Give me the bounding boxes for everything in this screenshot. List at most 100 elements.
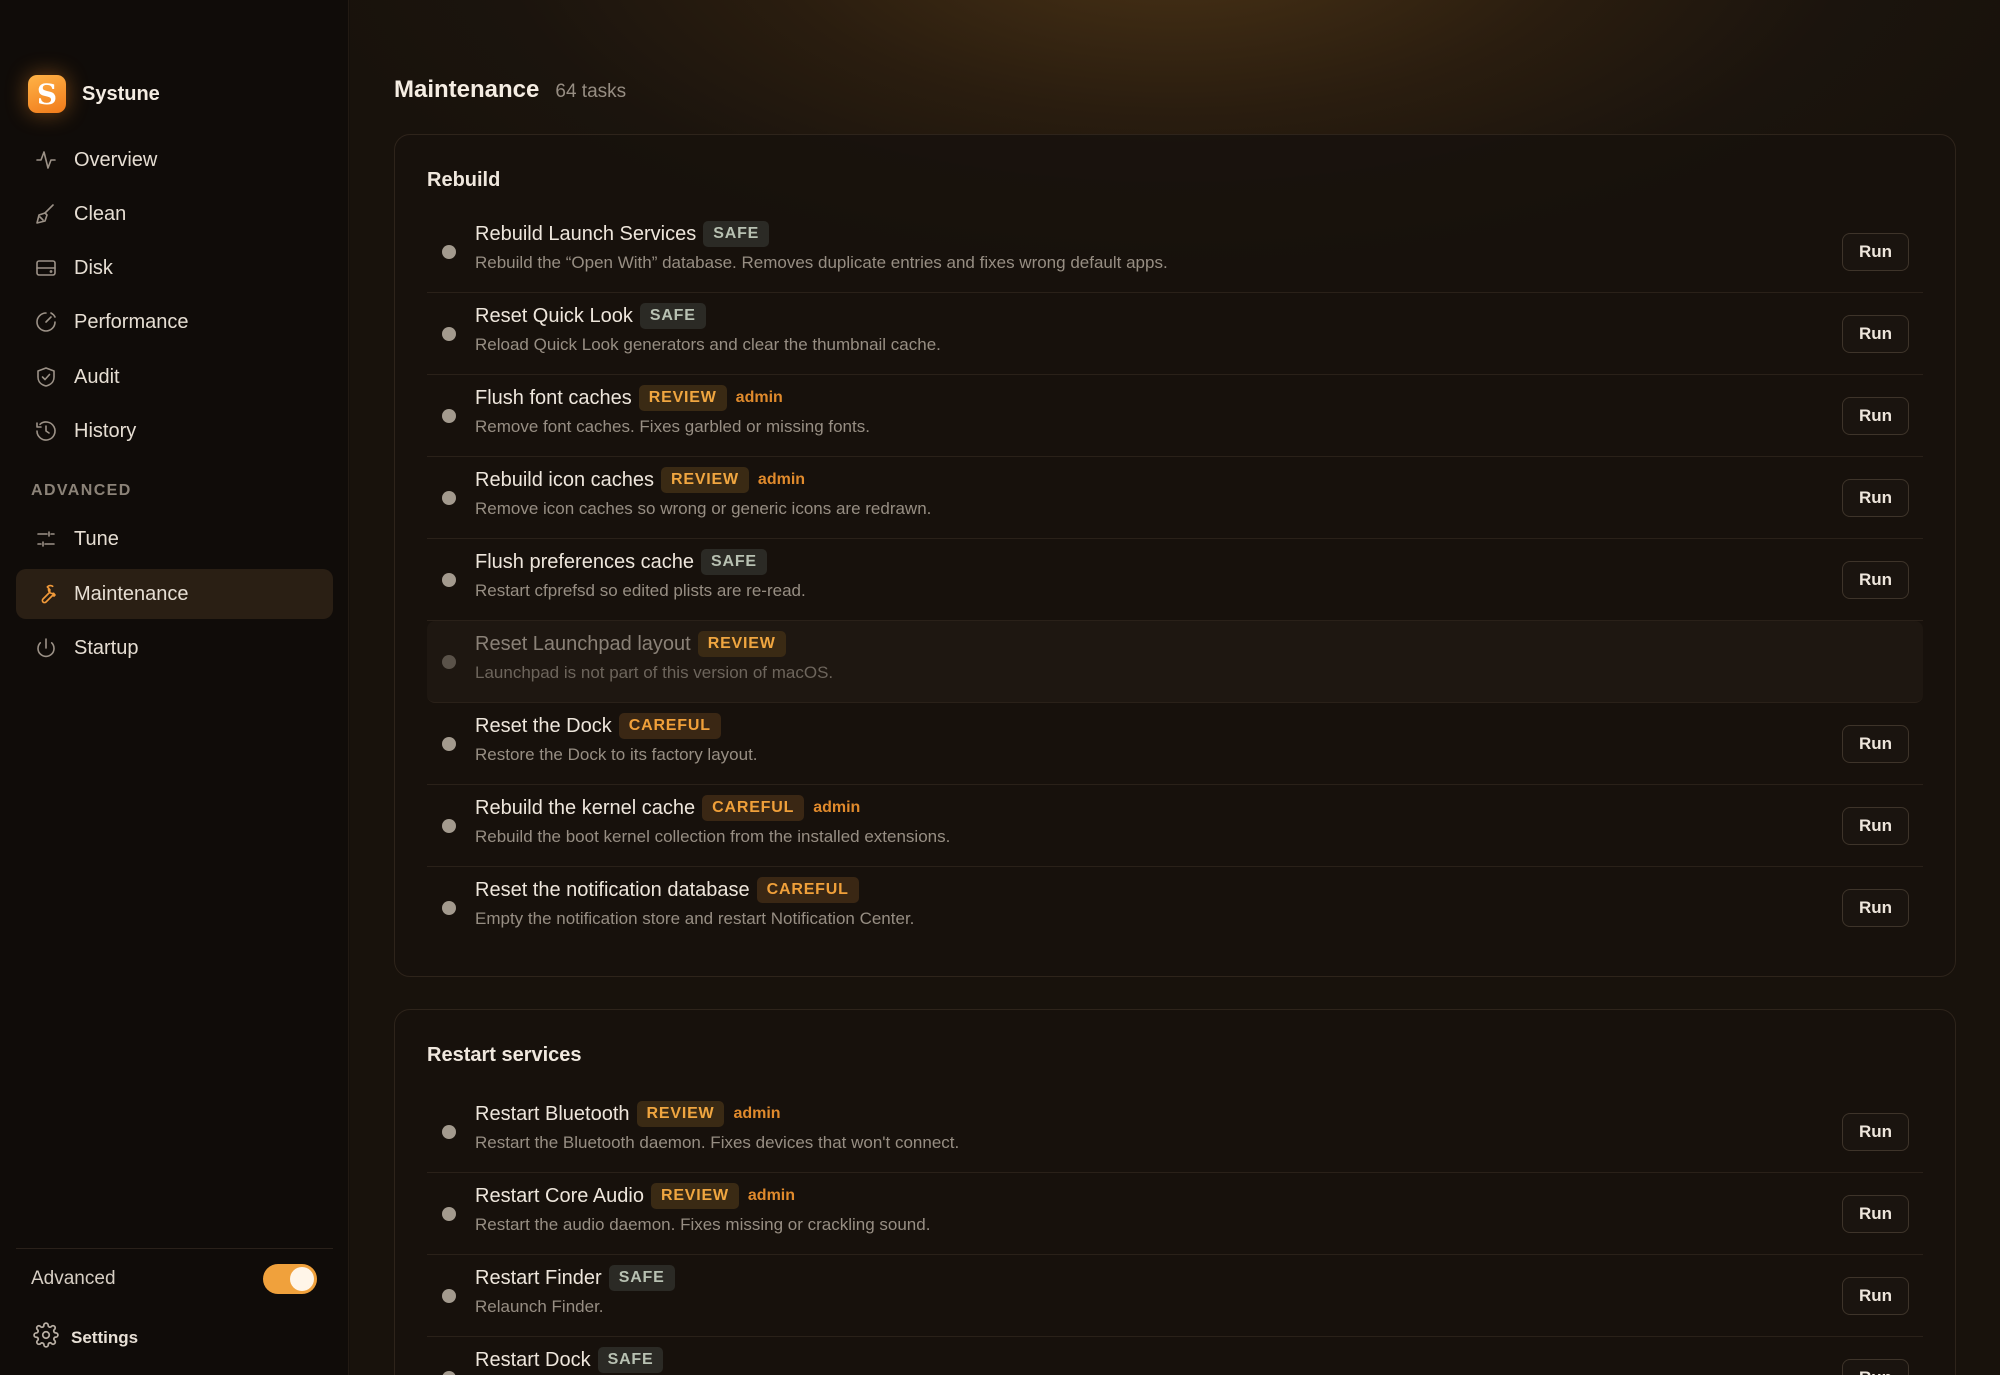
risk-badge: CAREFUL: [618, 713, 721, 739]
advanced-toggle[interactable]: [263, 1264, 317, 1294]
task-title: Reset the Dock: [475, 714, 612, 737]
task-header: Rebuild the kernel cache CAREFUL admin: [475, 795, 860, 821]
nav-label: Clean: [74, 202, 127, 225]
gear-icon: [33, 1322, 59, 1353]
task-description: Restart cfprefsd so edited plists are re…: [475, 581, 806, 600]
status-dot: [442, 245, 456, 259]
run-button[interactable]: Run: [1842, 807, 1909, 845]
risk-badge: SAFE: [597, 1347, 664, 1373]
nav-label: Disk: [74, 256, 113, 279]
sidebar-item-startup[interactable]: Startup: [16, 623, 333, 673]
admin-tag: admin: [757, 471, 806, 488]
section-label-advanced: ADVANCED: [31, 482, 132, 499]
sidebar-item-history[interactable]: History: [16, 406, 333, 456]
task-row: Reset Launchpad layout REVIEW Launchpad is…: [427, 621, 1923, 703]
task-header: Reset the Dock CAREFUL: [475, 713, 721, 739]
nav-label: Maintenance: [74, 582, 189, 605]
task-description: Restore the Dock to its factory layout.: [475, 745, 758, 764]
sidebar-item-maintenance[interactable]: Maintenance: [16, 569, 333, 619]
task-title: Restart Core Audio: [475, 1184, 644, 1207]
nav-label: History: [74, 419, 137, 442]
run-button[interactable]: Run: [1842, 889, 1909, 927]
risk-badge: REVIEW: [650, 1183, 739, 1209]
settings-button[interactable]: Settings: [33, 1322, 138, 1353]
disk-icon: [32, 254, 60, 282]
task-description: Restart the Bluetooth daemon. Fixes devi…: [475, 1133, 960, 1152]
run-button[interactable]: Run: [1842, 233, 1909, 271]
nav-label: Tune: [74, 527, 119, 550]
sidebar-item-overview[interactable]: Overview: [16, 135, 333, 185]
sidebar: S Systune Overview Clean Disk Performance Au…: [0, 0, 349, 1375]
status-dot: [442, 491, 456, 505]
task-title: Rebuild the kernel cache: [475, 796, 696, 819]
run-button[interactable]: Run: [1842, 1277, 1909, 1315]
status-dot: [442, 1371, 456, 1375]
run-button[interactable]: Run: [1842, 1195, 1909, 1233]
risk-badge: REVIEW: [638, 385, 727, 411]
task-description: Rebuild the “Open With” database. Remove…: [475, 253, 1168, 272]
task-header: Rebuild icon caches REVIEW admin: [475, 467, 805, 493]
gauge-icon: [32, 308, 60, 336]
risk-badge: SAFE: [701, 549, 767, 575]
status-dot: [442, 1125, 456, 1139]
task-title: Rebuild icon caches: [475, 468, 654, 491]
power-icon: [32, 634, 60, 662]
task-row: Restart Core Audio REVIEW admin Restart the…: [427, 1173, 1923, 1255]
sidebar-item-tune[interactable]: Tune: [16, 514, 333, 564]
shield-check-icon: [32, 363, 60, 391]
status-dot: [442, 1289, 456, 1303]
run-button[interactable]: Run: [1842, 1113, 1909, 1151]
status-dot: [442, 409, 456, 423]
wrench-icon: [32, 580, 60, 608]
sidebar-item-disk[interactable]: Disk: [16, 243, 333, 293]
status-dot: [442, 655, 456, 669]
sidebar-item-clean[interactable]: Clean: [16, 189, 333, 239]
task-row: Rebuild Launch Services SAFE Rebuild the “…: [427, 211, 1923, 293]
run-button[interactable]: Run: [1842, 561, 1909, 599]
app-logo-icon: S: [28, 75, 66, 113]
risk-badge: SAFE: [608, 1265, 675, 1291]
status-dot: [442, 1207, 456, 1221]
task-title: Restart Bluetooth: [475, 1102, 630, 1125]
task-header: Restart Dock SAFE: [475, 1347, 664, 1373]
status-dot: [442, 573, 456, 587]
sidebar-item-performance[interactable]: Performance: [16, 297, 333, 347]
risk-badge: SAFE: [639, 303, 706, 329]
sidebar-divider: [16, 1248, 333, 1249]
task-description: Relaunch Finder.: [475, 1297, 604, 1316]
run-button[interactable]: Run: [1842, 397, 1909, 435]
task-description: Remove icon caches so wrong or generic i…: [475, 499, 932, 518]
nav-label: Overview: [74, 148, 158, 171]
group-title: Rebuild: [427, 169, 501, 191]
task-title: Reset the notification database: [475, 878, 750, 901]
task-row: Restart Bluetooth REVIEW admin Restart the …: [427, 1091, 1923, 1173]
task-title: Reset Launchpad layout: [475, 632, 691, 655]
status-dot: [442, 901, 456, 915]
task-header: Flush preferences cache SAFE: [475, 549, 767, 575]
run-button[interactable]: Run: [1842, 1359, 1909, 1375]
task-header: Reset Launchpad layout REVIEW: [475, 631, 786, 657]
app-name: Systune: [82, 82, 160, 105]
risk-badge: CAREFUL: [702, 795, 805, 821]
risk-badge: SAFE: [703, 221, 770, 247]
task-description: Rebuild the boot kernel collection from …: [475, 827, 951, 846]
run-button[interactable]: Run: [1842, 315, 1909, 353]
sidebar-item-audit[interactable]: Audit: [16, 352, 333, 402]
task-title: Reset Quick Look: [475, 304, 633, 327]
task-description: Launchpad is not part of this version of…: [475, 663, 834, 682]
task-title: Restart Finder: [475, 1266, 602, 1289]
task-title: Flush font caches: [475, 386, 632, 409]
task-description: Reload Quick Look generators and clear t…: [475, 335, 941, 354]
broom-icon: [32, 200, 60, 228]
risk-badge: CAREFUL: [756, 877, 859, 903]
task-description: Remove font caches. Fixes garbled or mis…: [475, 417, 870, 436]
run-button[interactable]: Run: [1842, 725, 1909, 763]
task-row: Reset Quick Look SAFE Reload Quick Look ge…: [427, 293, 1923, 375]
activity-icon: [32, 146, 60, 174]
run-button[interactable]: Run: [1842, 479, 1909, 517]
advanced-toggle-row: Advanced: [31, 1262, 317, 1296]
group-title: Restart services: [427, 1044, 582, 1066]
task-count: 64 tasks: [555, 81, 627, 102]
task-header: Rebuild Launch Services SAFE: [475, 221, 770, 247]
brand: S Systune: [28, 75, 160, 113]
